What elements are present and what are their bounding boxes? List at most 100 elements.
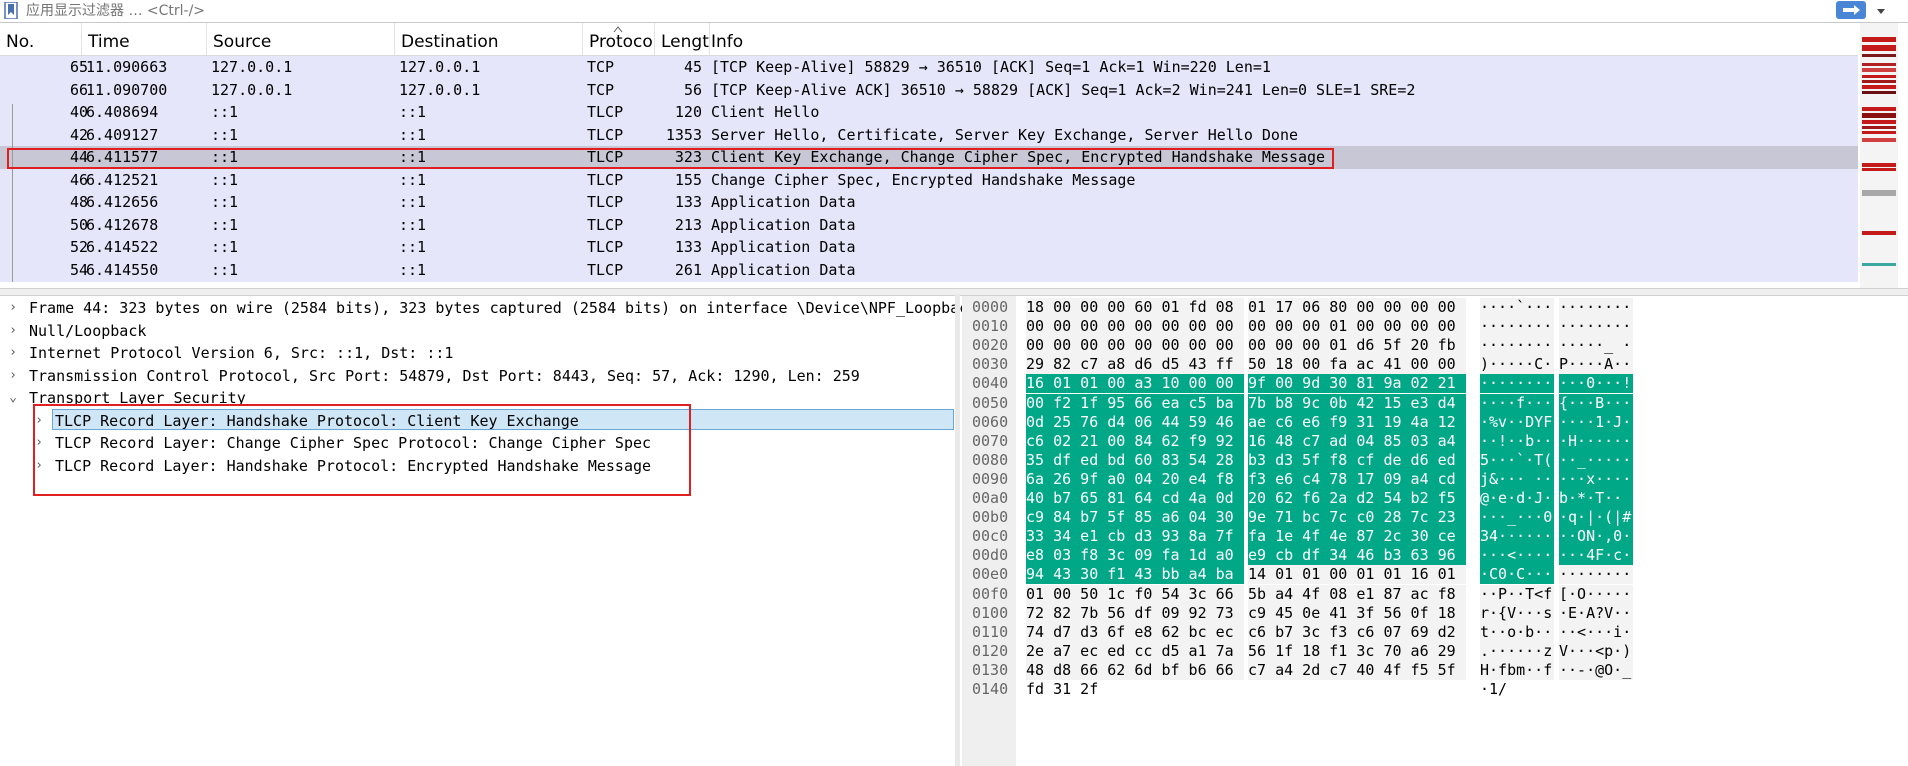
hex-a1[interactable]: ·%v··DYF [1480,412,1554,432]
hex-h2[interactable]: 01 17 06 80 00 00 00 00 [1248,298,1466,317]
hex-off[interactable]: 0090 [972,470,1008,489]
hex-a1[interactable]: ········ [1480,336,1554,356]
hex-a1[interactable]: ···_···0 [1480,508,1554,528]
chevron-right-icon[interactable]: › [8,320,18,342]
hex-a1[interactable]: @·e·d·J· [1480,489,1554,508]
hex-h1[interactable]: 35 df ed bd 60 83 54 28 [1026,450,1244,470]
hex-a1[interactable]: ····`··· [1480,298,1554,317]
hex-h1[interactable]: e8 03 f8 3c 09 fa 1d a0 [1026,546,1244,566]
hex-h2[interactable]: c7 a4 2d c7 40 4f f5 5f [1248,660,1466,680]
hex-h2[interactable]: 9f 00 9d 30 81 9a 02 21 [1248,374,1466,394]
hex-h1[interactable]: 16 01 01 00 a3 10 00 00 [1026,374,1244,394]
hex-h1[interactable]: 74 d7 d3 6f e8 62 bc ec [1026,622,1244,642]
pane-splitter-vertical[interactable] [955,294,960,766]
packet-row[interactable]: 52 6.414522::1::1 TLCP 133 Application Data [0,236,1858,259]
packet-row[interactable]: 46 6.412521::1::1 TLCP 155 Change Cipher Spe… [0,168,1858,191]
hex-h1[interactable]: 01 00 50 1c f0 54 3c 66 [1026,584,1244,604]
detail-tree-item[interactable]: Null/Loopback [29,320,146,342]
bookmark-icon[interactable] [4,2,18,19]
hex-a2[interactable]: {···B··· [1559,393,1633,413]
hex-h2[interactable]: 5b a4 4f 08 e1 87 ac f8 [1248,584,1466,604]
hex-off[interactable]: 0120 [972,642,1008,661]
hex-a2[interactable]: ···x···· [1559,469,1633,489]
hex-a2[interactable]: ········ [1559,317,1633,337]
hex-a2[interactable]: ···4F·c· [1559,546,1633,566]
hex-a2[interactable]: b·*·T·· [1559,489,1633,508]
display-filter-input[interactable] [26,1,1816,20]
detail-tree-item[interactable]: Internet Protocol Version 6, Src: ::1, D… [29,342,453,364]
column-header-length[interactable]: Lengt [655,23,710,55]
column-header-info[interactable]: Info [705,23,1858,55]
filter-dropdown-icon[interactable] [1874,3,1888,19]
hex-off[interactable]: 00d0 [972,546,1008,565]
packet-row[interactable]: 66 11.090700 127.0.0.1 127.0.0.1 TCP 56 [TCP K… [0,78,1858,101]
hex-h1[interactable]: 29 82 c7 a8 d6 d5 43 ff [1026,355,1244,375]
hex-h1[interactable]: 33 34 e1 cb d3 93 8a 7f [1026,527,1244,547]
hex-a1[interactable]: ··!··b·· [1480,431,1554,451]
hex-off[interactable]: 0030 [972,355,1008,374]
hex-h1[interactable]: 00 f2 1f 95 66 ea c5 ba [1026,393,1244,413]
hex-h2[interactable]: 20 62 f6 2a d2 54 b2 f5 [1248,489,1466,508]
hex-off[interactable]: 0060 [972,413,1008,432]
hex-off[interactable]: 0010 [972,317,1008,336]
hex-h1[interactable]: 48 d8 66 62 6d bf b6 66 [1026,660,1244,680]
detail-subtree-item[interactable]: TLCP Record Layer: Handshake Protocol: C… [55,410,579,432]
hex-a2[interactable]: ··-·@O·_ [1559,660,1633,680]
packet-list-minimap[interactable] [1860,23,1898,288]
column-header-no[interactable]: No. [0,23,82,55]
chevron-right-icon[interactable]: › [34,455,44,477]
hex-a2[interactable]: V···<p·) [1559,641,1633,661]
hex-a2[interactable]: ········ [1559,565,1633,585]
hex-a1[interactable]: j&··· ·· [1480,469,1554,489]
hex-a2[interactable]: [·O····· [1559,584,1633,604]
hex-h2[interactable]: f3 e6 c4 78 17 09 a4 cd [1248,469,1466,489]
hex-a2[interactable]: ·····_ · [1559,336,1633,356]
hex-a1[interactable]: t··o·b·· [1480,622,1554,642]
hex-off[interactable]: 0000 [972,298,1008,317]
hex-h1[interactable]: 18 00 00 00 60 01 fd 08 [1026,298,1244,317]
chevron-right-icon[interactable]: › [8,297,18,319]
hex-a2[interactable]: ····1·J· [1559,412,1633,432]
hex-a2[interactable]: ···0···! [1559,374,1633,394]
hex-h1[interactable]: 40 b7 65 81 64 cd 4a 0d [1026,489,1244,508]
hex-h2[interactable]: e9 cb df 34 46 b3 63 96 [1248,546,1466,566]
hex-a1[interactable]: .······z [1480,641,1554,661]
hex-h2[interactable]: c9 45 0e 41 3f 56 0f 18 [1248,603,1466,623]
hex-off[interactable]: 00a0 [972,489,1008,508]
hex-h2[interactable]: fa 1e 4f 4e 87 2c 30 ce [1248,527,1466,547]
hex-off[interactable]: 0100 [972,604,1008,623]
hex-h2[interactable]: ae c6 e6 f9 31 19 4a 12 [1248,412,1466,432]
hex-h2[interactable]: 56 1f 18 f1 3c 70 a6 29 [1248,641,1466,661]
hex-a1[interactable]: ·1/ [1480,680,1554,699]
hex-off[interactable]: 0140 [972,680,1008,699]
hex-h2[interactable]: 7b b8 9c 0b 42 15 e3 d4 [1248,393,1466,413]
detail-tree-item[interactable]: Frame 44: 323 bytes on wire (2584 bits),… [29,297,977,319]
hex-a1[interactable]: 5···`·T( [1480,450,1554,470]
hex-a1[interactable]: 34······ [1480,527,1554,547]
hex-h2[interactable]: 16 48 c7 ad 04 85 03 a4 [1248,431,1466,451]
hex-h2[interactable]: 14 01 01 00 01 01 16 01 [1248,565,1466,585]
chevron-right-icon[interactable]: › [34,432,44,454]
hex-h2[interactable]: 9e 71 bc 7c c0 28 7c 23 [1248,508,1466,528]
hex-a1[interactable]: ·C0·C··· [1480,565,1554,585]
hex-h1[interactable]: 94 43 30 f1 43 bb a4 ba [1026,565,1244,585]
hex-a2[interactable]: ··<···i· [1559,622,1633,642]
hex-a1[interactable]: ········ [1480,317,1554,337]
hex-h1[interactable]: 0d 25 76 d4 06 44 59 46 [1026,412,1244,432]
hex-a2[interactable]: ·H······ [1559,431,1633,451]
hex-off[interactable]: 00b0 [972,508,1008,527]
detail-tree-item[interactable]: Transmission Control Protocol, Src Port:… [29,365,860,387]
hex-h1[interactable]: 2e a7 ec ed cc d5 a1 7a [1026,641,1244,661]
hex-off[interactable]: 0130 [972,661,1008,680]
hex-h2[interactable]: 00 00 00 01 d6 5f 20 fb [1248,336,1466,356]
apply-filter-button[interactable] [1836,1,1866,19]
hex-h2[interactable]: 50 18 00 fa ac 41 00 00 [1248,355,1466,375]
hex-off[interactable]: 00e0 [972,565,1008,584]
hex-off[interactable]: 0080 [972,451,1008,470]
hex-off[interactable]: 00f0 [972,585,1008,604]
chevron-right-icon[interactable]: › [34,410,44,432]
column-header-source[interactable]: Source [207,23,395,55]
packet-row[interactable]: 54 6.414550::1::1 TLCP 261 Application Data [0,258,1858,281]
hex-a2[interactable]: P····A·· [1559,355,1633,375]
pane-splitter[interactable] [0,288,1908,296]
